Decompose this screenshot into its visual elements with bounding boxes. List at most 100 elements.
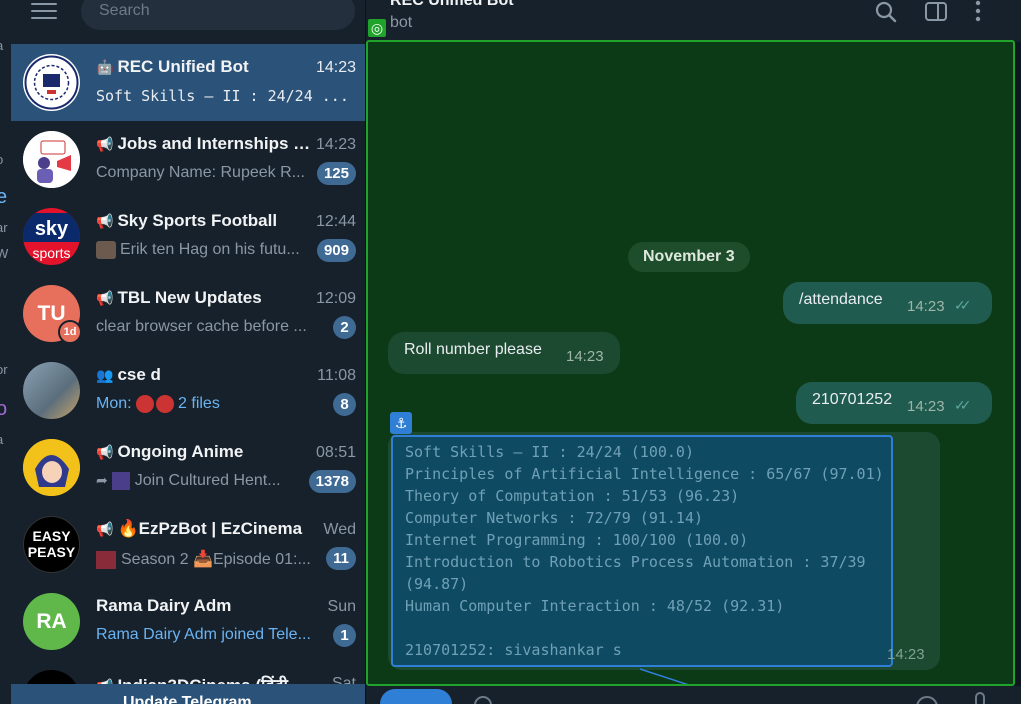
- unread-badge: 125: [316, 162, 356, 185]
- chat-item-sky-sports[interactable]: sky sports 📢 Sky Sports Football 12:44 Er…: [11, 198, 365, 275]
- menu-button[interactable]: [380, 689, 452, 704]
- chat-time: 14:23: [315, 136, 356, 153]
- chat-item-rec-unified-bot[interactable]: 🤖 REC Unified Bot 14:23 Soft Skills – II …: [11, 44, 365, 121]
- chat-title: 📢 Sky Sports Football: [96, 211, 278, 230]
- message-time: 14:23: [566, 348, 604, 365]
- date-separator: November 3: [628, 242, 750, 272]
- strip-char: ar: [0, 220, 8, 235]
- unread-badge: 1: [333, 624, 356, 647]
- chat-header: REC Unified Bot bot: [366, 0, 1021, 42]
- avatar: [23, 54, 80, 111]
- forward-icon: ➦: [96, 472, 108, 489]
- thumbnail-icon: [96, 550, 116, 569]
- chat-title: 📢 TBL New Updates: [96, 288, 262, 307]
- message-composer: [366, 686, 1021, 704]
- bot-icon: 🤖: [96, 59, 114, 75]
- timer-badge: 1d: [58, 320, 82, 344]
- read-check-icon: ✓✓: [954, 297, 972, 313]
- background-window-strip: a o e ar W or o a: [0, 0, 11, 704]
- chat-header-subtitle: bot: [390, 14, 413, 31]
- thumbnail-icon: [111, 472, 130, 490]
- microphone-icon[interactable]: [972, 692, 988, 704]
- message-text: /attendance: [799, 291, 883, 308]
- message-outgoing[interactable]: /attendance 14:23 ✓✓: [783, 282, 992, 324]
- strip-char: W: [0, 246, 9, 261]
- emoji-icon[interactable]: [914, 694, 940, 704]
- strip-char: o: [0, 152, 3, 167]
- chat-item-jobs[interactable]: 📢 Jobs and Internships U... 14:23 Company…: [11, 121, 365, 198]
- chat-preview: Company Name: Rupeek R...: [96, 164, 305, 181]
- strip-char: a: [0, 38, 3, 53]
- chat-list-sidebar: 🤖REC Unified Bot 14:23 Soft Skills – II …: [11, 0, 366, 704]
- chat-item-ongoing-anime[interactable]: 📢 Ongoing Anime 08:51 ➦ Join Cultured Hent…: [11, 429, 365, 506]
- strip-char: or: [0, 362, 8, 377]
- chat-title: 📢 🔥EzPzBot | EzCinema: [96, 519, 303, 538]
- chat-time: 11:08: [317, 367, 356, 384]
- avatar: [23, 131, 80, 188]
- avatar: [23, 439, 80, 496]
- more-vertical-icon[interactable]: [972, 0, 998, 24]
- chat-time: 08:51: [315, 444, 356, 461]
- megaphone-icon: 📢: [96, 290, 114, 306]
- chat-header-title[interactable]: REC Unified Bot: [390, 0, 514, 10]
- megaphone-icon: 📢: [96, 213, 114, 229]
- chat-title: 👥 cse d: [96, 365, 161, 384]
- thumbnail-icon: [96, 241, 116, 259]
- chat-title: Rama Dairy Adm: [96, 596, 232, 615]
- message-incoming[interactable]: Roll number please 14:23: [388, 332, 620, 374]
- chat-item-ezpzbot[interactable]: EASY PEASY 📢 🔥EzPzBot | EzCinema Wed Seas…: [11, 506, 365, 583]
- menu-icon[interactable]: [31, 3, 57, 21]
- chat-title: 🤖 REC Unified Bot: [96, 57, 249, 76]
- sidebar-toggle-icon[interactable]: [924, 0, 950, 24]
- strip-char: o: [0, 398, 8, 420]
- pointer-line: [639, 668, 689, 684]
- file-thumb-icon: [156, 395, 175, 413]
- file-thumb-icon: [136, 395, 155, 413]
- megaphone-icon: 📢: [96, 136, 114, 152]
- strip-char: e: [0, 186, 8, 208]
- message-text: 210701252: [812, 391, 893, 408]
- unread-badge: 8: [333, 393, 356, 416]
- anchor-icon: ⚓: [390, 412, 412, 434]
- messages-pane: November 3 /attendance 14:23 ✓✓ Roll num…: [366, 40, 1015, 686]
- chat-preview: clear browser cache before ...: [96, 318, 307, 335]
- read-check-icon: ✓✓: [954, 397, 972, 413]
- group-icon: 👥: [96, 367, 114, 383]
- chat-item-tbl-updates[interactable]: TU 1d 📢 TBL New Updates 12:09 clear brows…: [11, 275, 365, 352]
- unread-badge: 2: [333, 316, 356, 339]
- attach-icon[interactable]: [472, 694, 494, 704]
- sidebar-topbar: [11, 0, 365, 44]
- search-icon[interactable]: [874, 0, 900, 24]
- search-input[interactable]: [81, 0, 355, 30]
- chat-time: 12:09: [315, 290, 356, 307]
- group-photo: [23, 362, 80, 419]
- update-telegram-label: Update Telegram: [123, 694, 252, 704]
- update-telegram-bar[interactable]: Update Telegram: [11, 684, 365, 704]
- chat-item-cse-d[interactable]: 👥 cse d 11:08 Mon: 2 files 8: [11, 352, 365, 429]
- chat-preview: Erik ten Hag on his futu...: [96, 241, 321, 259]
- telegram-window: a o e ar W or o a 🤖REC Unified Bot: [0, 0, 1021, 704]
- message-time: 14:23: [907, 398, 945, 415]
- megaphone-icon: 📢: [96, 521, 114, 537]
- chat-preview: Soft Skills – II : 24/24 ...: [96, 87, 349, 105]
- strip-char: a: [0, 432, 3, 447]
- unread-badge: 1378: [308, 470, 356, 493]
- message-text: Roll number please: [404, 341, 542, 358]
- target-marker-icon: ◎: [368, 19, 386, 37]
- unread-badge: 909: [316, 239, 356, 262]
- chat-title: 📢 Jobs and Internships U...: [96, 134, 311, 153]
- megaphone-icon: 📢: [96, 444, 114, 460]
- message-time: 14:23: [887, 646, 925, 663]
- chat-time: Wed: [323, 521, 356, 538]
- sky-sports-logo: sky sports: [23, 208, 80, 265]
- chat-preview: Mon: 2 files: [96, 395, 220, 413]
- message-outgoing[interactable]: 210701252 14:23 ✓✓: [796, 382, 992, 424]
- avatar: RA: [23, 593, 80, 650]
- easy-peasy-logo: EASY PEASY: [23, 516, 80, 573]
- attendance-report-text: Soft Skills – II : 24/24 (100.0) Princip…: [391, 435, 893, 667]
- message-time: 14:23: [907, 298, 945, 315]
- chat-preview: Season 2 📥Episode 01:...: [96, 549, 321, 569]
- chat-item-rama-dairy[interactable]: RA Rama Dairy Adm Sun Rama Dairy Adm joi…: [11, 583, 365, 660]
- chat-time: Sun: [327, 598, 356, 615]
- chat-time: 12:44: [315, 213, 356, 230]
